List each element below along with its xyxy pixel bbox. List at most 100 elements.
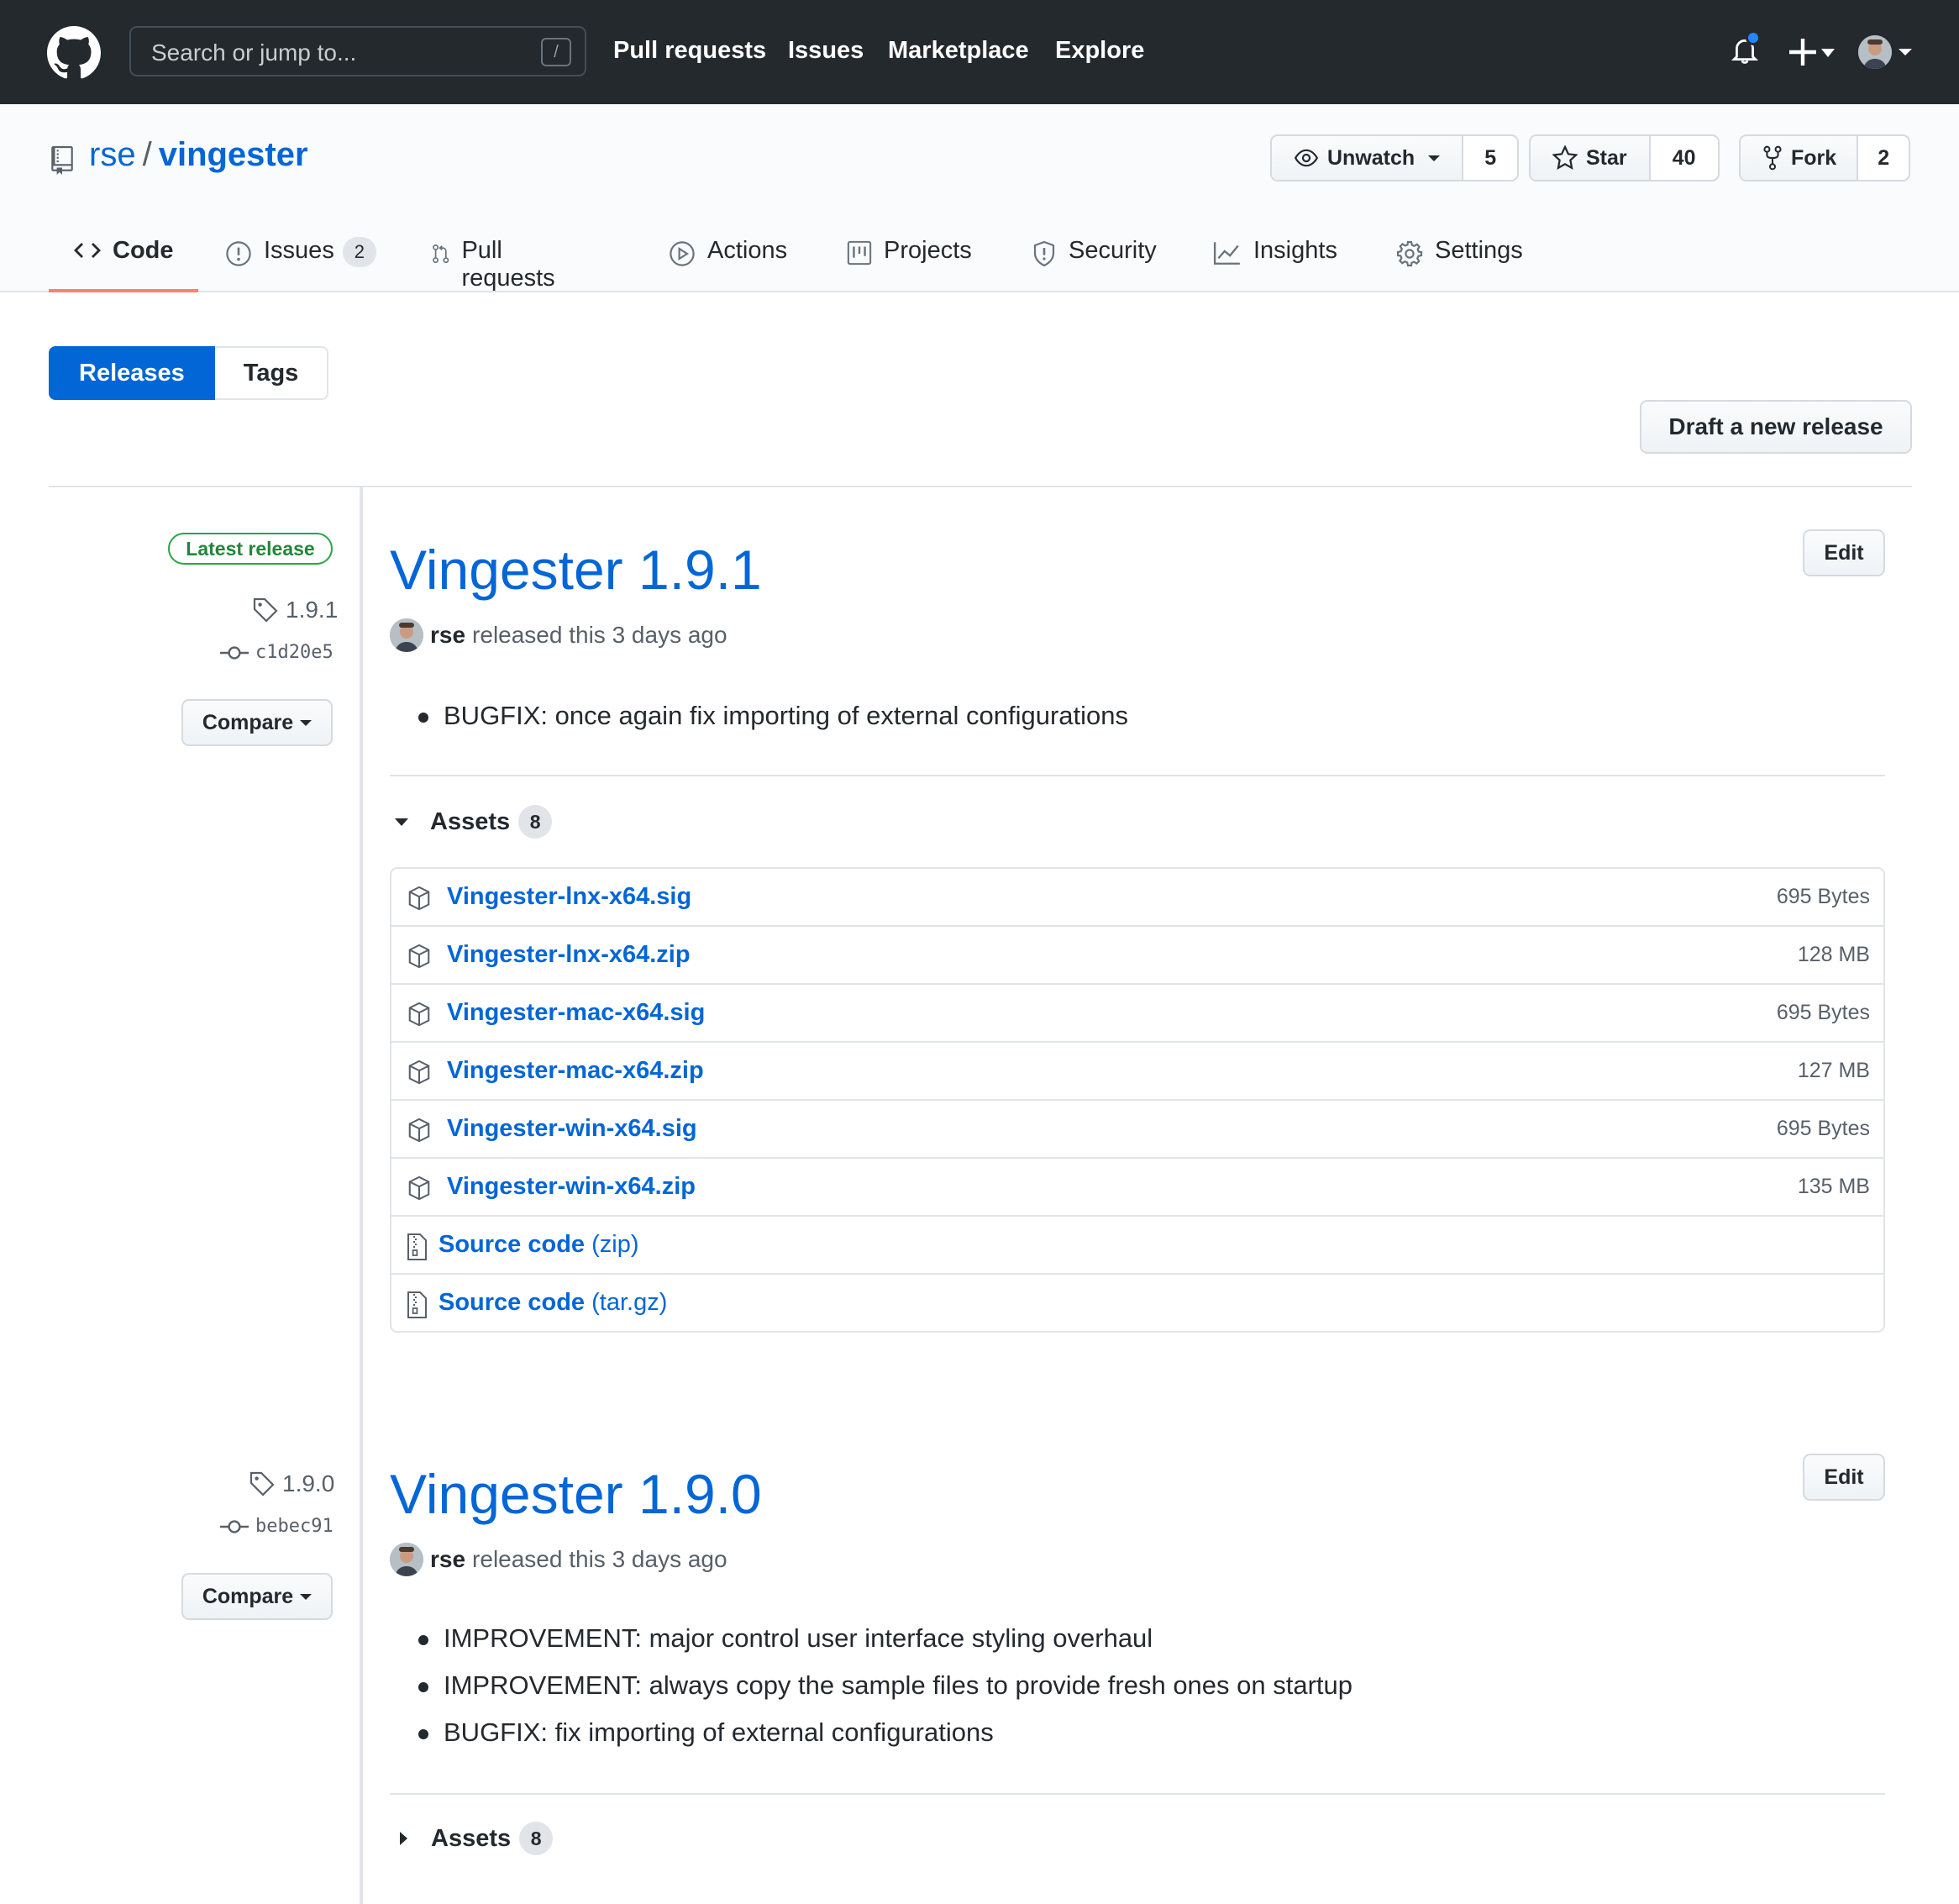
asset-row[interactable]: Vingester-mac-x64.zip 127 MB <box>391 1041 1883 1099</box>
commit-icon <box>220 645 249 660</box>
edit-release-button[interactable]: Edit <box>1803 529 1885 576</box>
draft-release-button[interactable]: Draft a new release <box>1640 400 1912 454</box>
fork-button[interactable]: Fork <box>1741 136 1859 180</box>
eye-icon <box>1294 149 1319 167</box>
tab-insights[interactable]: Insights <box>1213 229 1337 292</box>
tab-projects[interactable]: Projects <box>847 229 972 292</box>
repo-owner-link[interactable]: rse <box>89 136 136 173</box>
watch-button[interactable]: Unwatch <box>1272 136 1464 180</box>
release-meta: rse released this 3 days ago <box>390 618 727 652</box>
subnav-releases[interactable]: Releases <box>49 346 215 400</box>
release-commit[interactable]: bebec91 <box>220 1516 334 1537</box>
graph-icon <box>1213 242 1240 265</box>
asset-name[interactable]: Vingester-lnx-x64.zip <box>447 941 691 969</box>
asset-name[interactable]: Vingester-mac-x64.zip <box>447 1057 704 1085</box>
chevron-down-icon[interactable] <box>1899 49 1912 55</box>
asset-row[interactable]: Vingester-lnx-x64.sig 695 Bytes <box>391 869 1883 925</box>
search-shortcut-key: / <box>541 38 571 66</box>
repo-separator: / <box>142 136 152 173</box>
search-placeholder: Search or jump to... <box>151 39 357 66</box>
triangle-down-icon <box>395 818 408 826</box>
tab-security[interactable]: Security <box>1032 229 1157 292</box>
releases-top-divider <box>49 486 1912 487</box>
pull-request-icon <box>433 244 449 264</box>
source-code-row[interactable]: Source code (zip) <box>391 1215 1883 1273</box>
commit-icon <box>220 1519 249 1533</box>
code-icon <box>74 243 101 258</box>
tab-insights-label: Insights <box>1253 237 1337 264</box>
source-code-link[interactable]: Source code (zip) <box>439 1231 639 1259</box>
source-code-link[interactable]: Source code (tar.gz) <box>439 1289 667 1317</box>
asset-name[interactable]: Vingester-win-x64.sig <box>447 1115 697 1143</box>
asset-row[interactable]: Vingester-win-x64.zip 135 MB <box>391 1157 1883 1215</box>
nav-pull-requests[interactable]: Pull requests <box>613 37 766 65</box>
tab-settings[interactable]: Settings <box>1396 229 1523 292</box>
asset-row[interactable]: Vingester-mac-x64.sig 695 Bytes <box>391 983 1883 1041</box>
repo-name-link[interactable]: vingester <box>159 136 308 173</box>
release-notes-divider <box>390 775 1885 776</box>
tab-projects-label: Projects <box>884 237 972 264</box>
compare-button[interactable]: Compare <box>181 1573 333 1620</box>
triangle-right-icon <box>400 1832 407 1845</box>
compare-button[interactable]: Compare <box>181 699 333 746</box>
author-avatar[interactable] <box>390 618 423 652</box>
user-avatar[interactable] <box>1858 35 1892 69</box>
nav-explore[interactable]: Explore <box>1055 37 1144 65</box>
latest-release-badge: Latest release <box>168 533 333 565</box>
notification-indicator <box>1746 30 1761 45</box>
file-zip-icon <box>407 1291 427 1318</box>
assets-toggle[interactable]: Assets 8 <box>395 805 553 839</box>
plus-icon[interactable] <box>1788 37 1835 67</box>
release-tag-label: 1.9.1 <box>286 597 339 623</box>
asset-name[interactable]: Vingester-mac-x64.sig <box>447 999 705 1027</box>
assets-list: Vingester-lnx-x64.sig 695 Bytes Vingeste… <box>390 867 1885 1333</box>
github-logo-icon[interactable] <box>47 26 101 80</box>
assets-label: Assets <box>430 807 511 835</box>
compare-label: Compare <box>202 1584 294 1608</box>
nav-issues[interactable]: Issues <box>788 37 864 65</box>
release-notes-divider <box>390 1793 1885 1795</box>
edit-release-button[interactable]: Edit <box>1803 1454 1885 1501</box>
project-icon <box>847 240 872 266</box>
release-title[interactable]: Vingester 1.9.1 <box>390 538 762 602</box>
release-tag[interactable]: 1.9.0 <box>249 1470 334 1497</box>
source-code-row[interactable]: Source code (tar.gz) <box>391 1273 1883 1331</box>
assets-count: 8 <box>518 805 553 839</box>
fork-count[interactable]: 2 <box>1858 136 1909 180</box>
star-count[interactable]: 40 <box>1650 136 1718 180</box>
author-avatar[interactable] <box>390 1543 423 1576</box>
author-link[interactable]: rse <box>430 1546 465 1573</box>
nav-marketplace[interactable]: Marketplace <box>888 37 1029 65</box>
asset-name[interactable]: Vingester-lnx-x64.sig <box>447 883 691 911</box>
chevron-down-icon <box>1428 155 1441 161</box>
fork-icon <box>1763 145 1782 171</box>
release-title[interactable]: Vingester 1.9.0 <box>390 1462 762 1526</box>
search-input[interactable]: Search or jump to... / <box>129 26 586 76</box>
author-link[interactable]: rse <box>430 622 465 649</box>
watch-count[interactable]: 5 <box>1463 136 1518 180</box>
released-text: released this 3 days ago <box>472 1546 727 1572</box>
repo-header: rse / vingester Unwatch 5 Star 40 Fork 2 C… <box>0 104 1959 292</box>
release-commit[interactable]: c1d20e5 <box>220 642 334 663</box>
tab-issues-label: Issues <box>264 237 334 264</box>
asset-row[interactable]: Vingester-lnx-x64.zip 128 MB <box>391 925 1883 983</box>
file-zip-icon <box>407 1233 427 1260</box>
asset-row[interactable]: Vingester-win-x64.sig 695 Bytes <box>391 1099 1883 1157</box>
active-tab-indicator <box>49 289 198 292</box>
asset-name[interactable]: Vingester-win-x64.zip <box>447 1173 696 1201</box>
tab-issues[interactable]: Issues 2 <box>225 229 376 292</box>
tab-pull-requests[interactable]: Pull requests <box>432 229 562 292</box>
assets-toggle[interactable]: Assets 8 <box>395 1822 554 1855</box>
asset-size: 135 MB <box>1797 1175 1870 1198</box>
star-icon <box>1552 145 1578 170</box>
tab-code-label: Code <box>113 237 174 264</box>
tab-actions[interactable]: Actions <box>669 229 787 292</box>
asset-size: 127 MB <box>1797 1059 1870 1082</box>
release-tag[interactable]: 1.9.1 <box>252 597 338 623</box>
watch-button-group: Unwatch 5 <box>1270 134 1520 181</box>
release-notes: BUGFIX: once again fix importing of exte… <box>417 692 1128 739</box>
timeline-divider <box>360 487 363 1904</box>
star-button[interactable]: Star <box>1531 136 1651 180</box>
tab-code[interactable]: Code <box>74 229 174 292</box>
subnav-tags[interactable]: Tags <box>214 346 329 400</box>
